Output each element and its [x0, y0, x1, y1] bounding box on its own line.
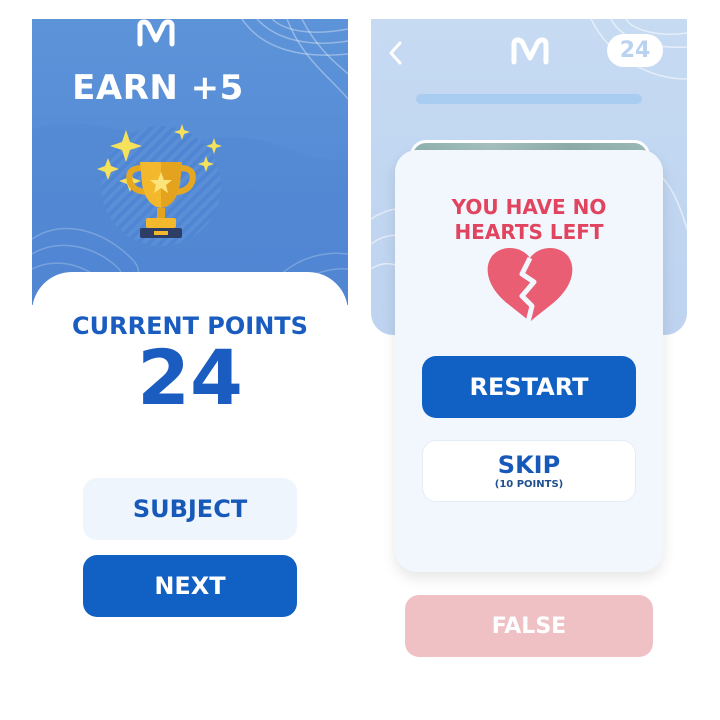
trophy-icon: [96, 118, 226, 248]
logo-icon: [508, 34, 552, 72]
false-answer-button[interactable]: FALSE: [405, 595, 653, 657]
back-chevron-icon[interactable]: [384, 38, 406, 68]
no-hearts-line1: YOU HAVE NO: [451, 195, 607, 219]
skip-cost-label: (10 POINTS): [494, 479, 564, 490]
current-points-value: 24: [137, 333, 243, 422]
next-button[interactable]: NEXT: [83, 555, 297, 617]
progress-bar: [416, 94, 642, 104]
skip-label: SKIP: [497, 451, 561, 479]
logo-icon: [0, 18, 316, 52]
no-hearts-message: YOU HAVE NO HEARTS LEFT: [395, 195, 663, 245]
broken-heart-icon: [486, 244, 574, 324]
points-badge: 24: [607, 34, 663, 67]
restart-button[interactable]: RESTART: [422, 356, 636, 418]
earn-points-title: EARN +5: [72, 68, 244, 108]
no-hearts-line2: HEARTS LEFT: [454, 220, 604, 244]
skip-button[interactable]: SKIP (10 POINTS): [422, 440, 636, 502]
subject-button[interactable]: SUBJECT: [83, 478, 297, 540]
